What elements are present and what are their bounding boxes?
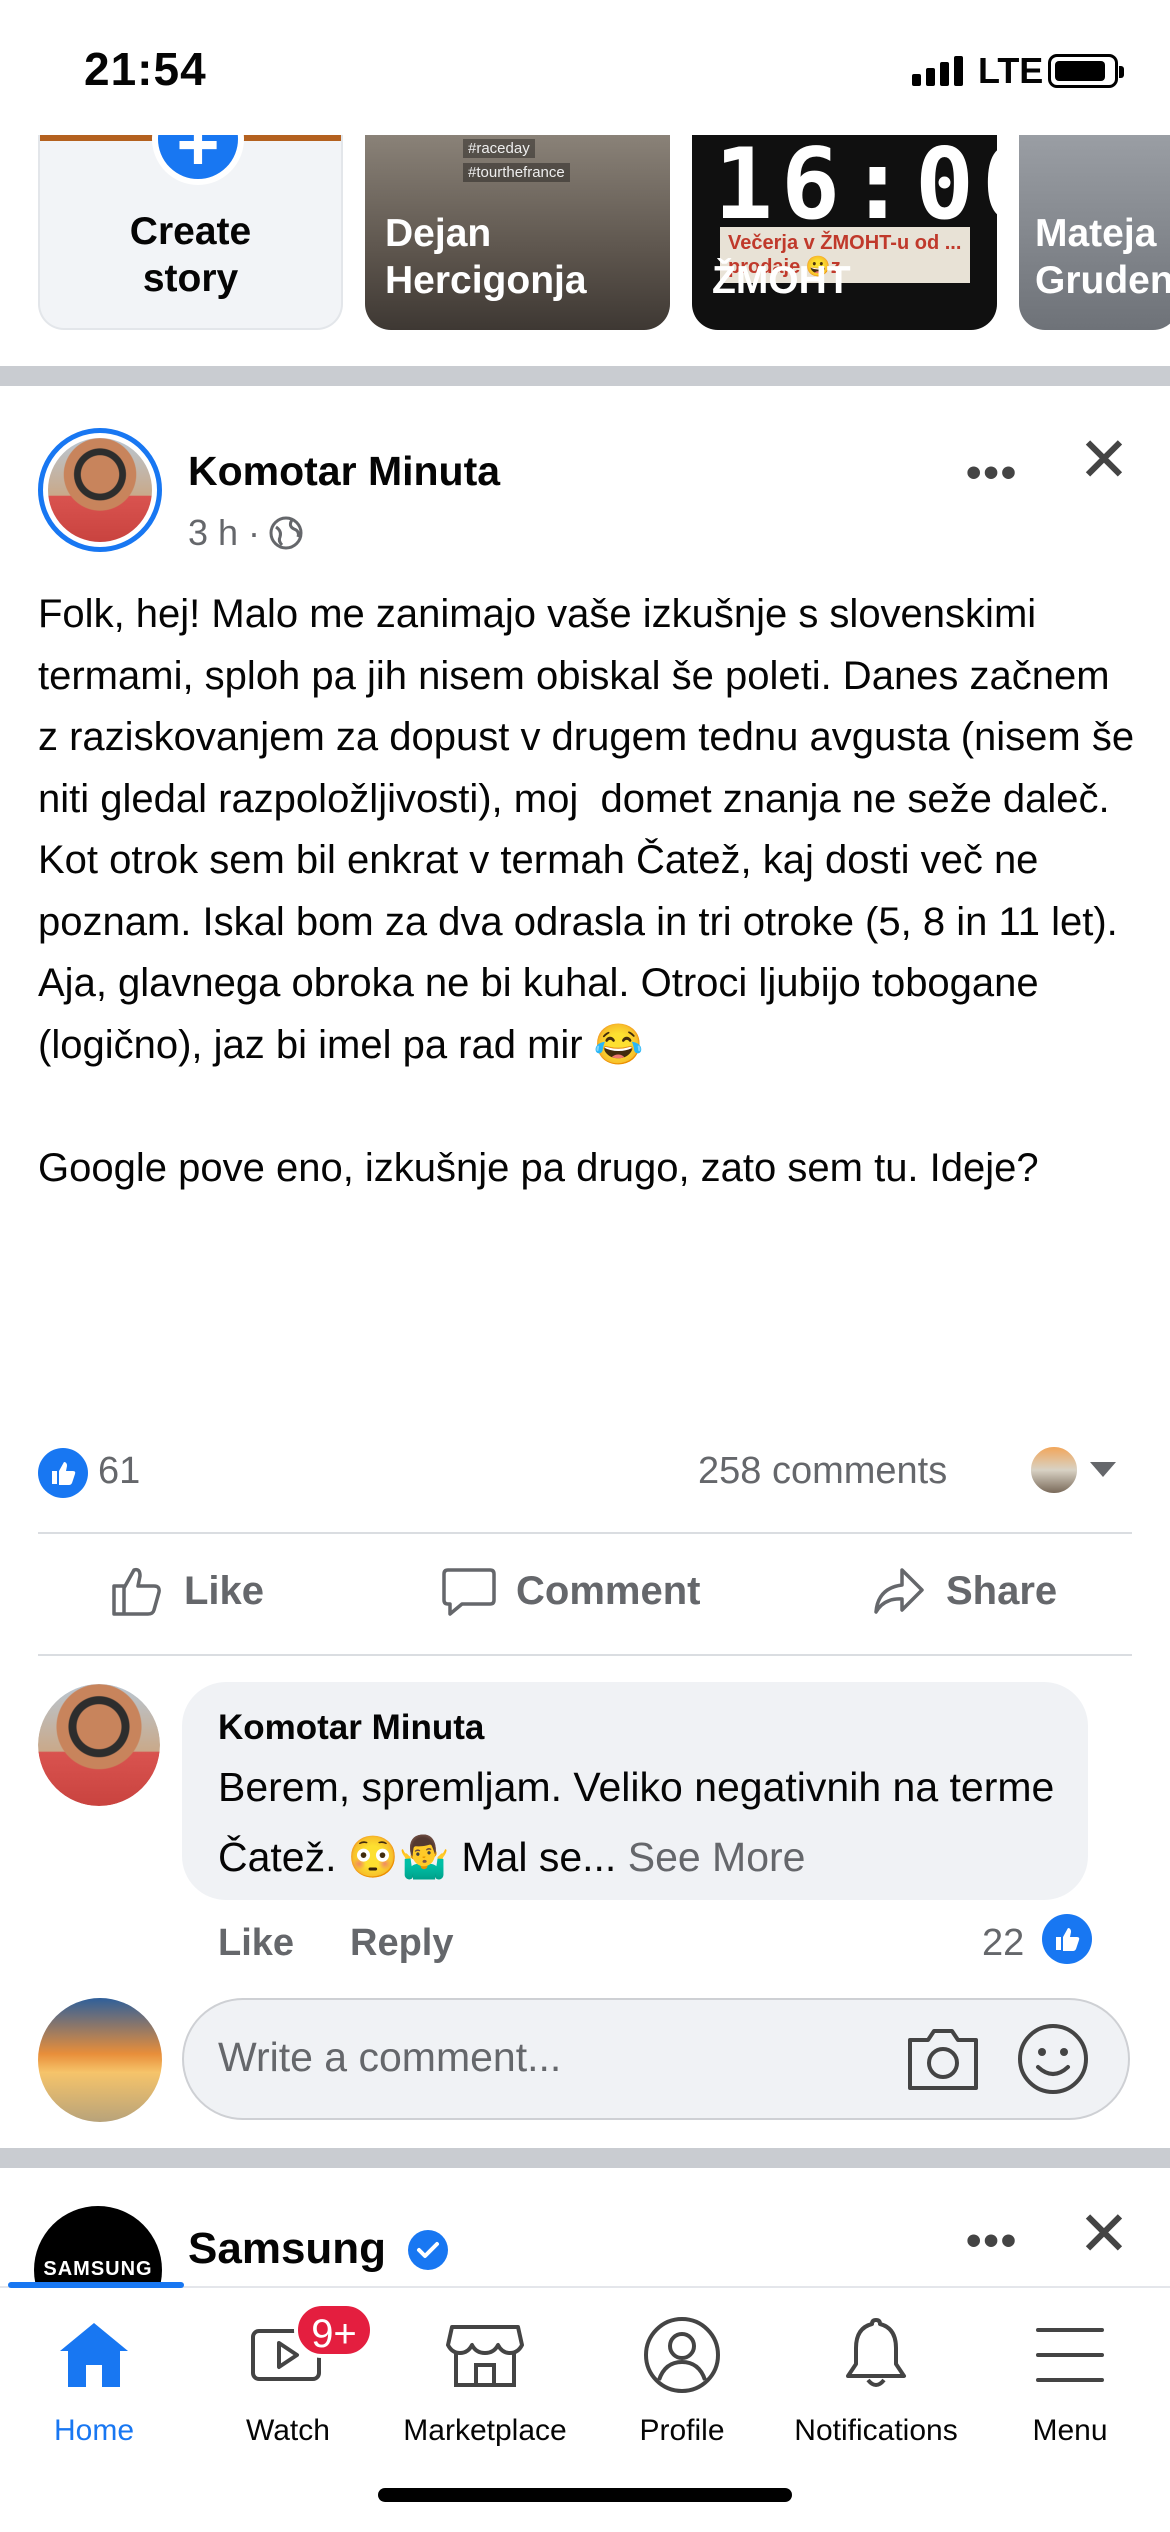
post-time: 3 h · <box>188 512 261 553</box>
verified-icon <box>408 2230 448 2270</box>
like-label: Like <box>184 1568 265 1613</box>
tab-profile[interactable]: Profile <box>582 2310 782 2448</box>
comment-text: Berem, spremljam. Veliko negativnih na t… <box>218 1752 1068 1892</box>
section-divider <box>0 366 1170 386</box>
story-hashtag: #tourthefrance <box>463 163 570 182</box>
home-icon <box>60 2323 128 2387</box>
create-story-label: Create story <box>129 210 252 300</box>
tab-home[interactable]: Home <box>0 2310 194 2448</box>
next-post-author[interactable]: Samsung <box>188 2224 386 2274</box>
battery-icon <box>1048 54 1124 88</box>
post-text: Folk, hej! Malo me zanimajo vaše izkušnj… <box>38 592 1135 1190</box>
camera-icon[interactable] <box>904 2024 982 2094</box>
story-card-zmoht[interactable]: 16:00 Večerja v ŽMOHT-u od ... prodaje 😀… <box>692 135 997 330</box>
plus-icon: + <box>152 135 244 186</box>
see-more-link[interactable]: See More <box>628 1834 806 1880</box>
share-label: Share <box>946 1568 1058 1613</box>
notification-badge: 9+ <box>294 2302 374 2358</box>
comment-like-button[interactable]: Like <box>218 1922 294 1965</box>
network-label: LTE <box>978 50 1044 91</box>
comment-reactions-count[interactable]: 22 <box>982 1922 1024 1965</box>
close-icon[interactable]: ✕ <box>1078 2204 1130 2266</box>
comment-author-avatar[interactable] <box>38 1684 160 1806</box>
post-meta: 3 h · <box>188 512 304 554</box>
like-reaction-icon[interactable] <box>38 1448 88 1498</box>
comment-label: Comment <box>516 1568 701 1613</box>
more-options-icon[interactable]: ••• <box>966 448 1018 498</box>
post-author-name[interactable]: Komotar Minuta <box>188 448 500 495</box>
samsung-logo: SAMSUNG <box>43 2258 153 2280</box>
thumbs-up-icon <box>112 1567 161 1616</box>
story-card-mateja[interactable]: Mateja Gruden <box>1019 135 1170 330</box>
comment-author-name[interactable]: Komotar Minuta <box>218 1708 484 1748</box>
share-button[interactable]: Share <box>870 1562 1057 1620</box>
story-name: Dejan Hercigonja <box>385 212 587 302</box>
comment-input-placeholder: Write a comment... <box>218 2034 562 2080</box>
tab-label: Home <box>53 2414 135 2447</box>
share-icon <box>874 1568 924 1614</box>
profile-icon <box>644 2317 720 2393</box>
create-story-card[interactable]: + Create story <box>38 135 343 330</box>
comment-reply-button[interactable]: Reply <box>350 1922 453 1965</box>
divider <box>38 1532 1132 1534</box>
story-name: Mateja Gruden <box>1035 212 1170 302</box>
tab-marketplace[interactable]: Marketplace <box>385 2310 585 2448</box>
stories-row: + Create story #raceday #tourthefrance D… <box>0 135 1170 335</box>
home-indicator[interactable] <box>378 2488 792 2502</box>
active-tab-indicator <box>8 2282 184 2288</box>
comment-button[interactable]: Comment <box>440 1562 700 1620</box>
reactions-count[interactable]: 61 <box>98 1450 140 1493</box>
marketplace-icon <box>446 2325 524 2387</box>
emoji-icon[interactable] <box>1016 2022 1090 2096</box>
post-author-avatar[interactable] <box>38 428 162 552</box>
tab-label: Marketplace <box>403 2414 567 2447</box>
story-card-dejan[interactable]: #raceday #tourthefrance Dejan Hercigonja <box>365 135 670 330</box>
tab-notifications[interactable]: Notifications <box>776 2310 976 2448</box>
divider <box>38 1654 1132 1656</box>
story-hashtag: #raceday <box>463 139 535 158</box>
signal-icon <box>912 56 963 86</box>
like-button[interactable]: Like <box>108 1562 264 1620</box>
menu-icon <box>1036 2328 1104 2382</box>
status-bar: 21:54 LTE <box>0 0 1170 135</box>
tab-menu[interactable]: Menu <box>970 2310 1170 2448</box>
comment-icon <box>442 1568 496 1616</box>
story-name: ŽMOHT <box>712 259 851 302</box>
more-options-icon[interactable]: ••• <box>966 2216 1018 2266</box>
section-divider <box>0 2148 1170 2168</box>
tab-label: Notifications <box>794 2414 958 2447</box>
tab-label: Profile <box>639 2414 725 2447</box>
tab-label: Menu <box>1032 2414 1108 2447</box>
like-reaction-icon[interactable] <box>1042 1914 1092 1964</box>
chevron-down-icon[interactable] <box>1090 1462 1116 1477</box>
tab-label: Watch <box>246 2414 330 2447</box>
comments-count[interactable]: 258 comments <box>698 1450 947 1493</box>
globe-icon <box>269 516 303 550</box>
bell-icon <box>846 2318 906 2387</box>
status-time: 21:54 <box>84 43 207 95</box>
close-icon[interactable]: ✕ <box>1078 430 1130 492</box>
current-user-avatar <box>38 1998 162 2122</box>
story-clock-text: 16:00 <box>714 135 997 242</box>
commenter-avatar <box>1028 1444 1080 1496</box>
